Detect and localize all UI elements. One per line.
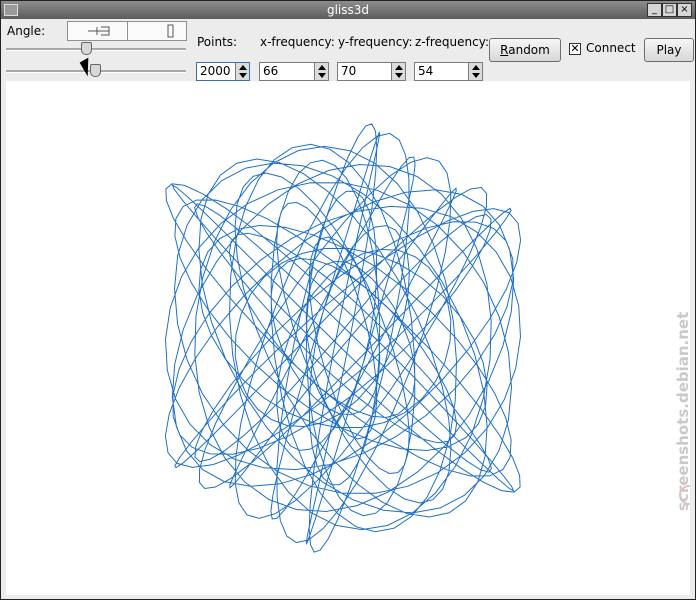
maximize-button[interactable]: □ bbox=[662, 3, 677, 17]
y-frequency-value[interactable]: 70 bbox=[341, 63, 356, 80]
axis-side-icon bbox=[88, 26, 110, 36]
angle-selector[interactable] bbox=[67, 21, 187, 41]
y-frequency-label: y-frequency: bbox=[338, 35, 413, 49]
spin-down-icon[interactable] bbox=[318, 73, 326, 78]
angle-view-front-icon[interactable] bbox=[128, 22, 186, 40]
z-frequency-value[interactable]: 54 bbox=[418, 63, 433, 80]
spin-down-icon[interactable] bbox=[472, 73, 480, 78]
random-button[interactable]: Random bbox=[489, 38, 561, 62]
close-button[interactable]: × bbox=[677, 3, 692, 17]
x-frequency-label: x-frequency: bbox=[260, 35, 335, 49]
z-frequency-label: z-frequency: bbox=[415, 35, 489, 49]
play-button[interactable]: Play bbox=[644, 38, 694, 62]
y-frequency-spinbox[interactable]: 70 bbox=[337, 62, 406, 81]
axis-front-icon bbox=[167, 24, 174, 38]
points-label: Points: bbox=[197, 35, 238, 49]
watermark-text: screenshots.debian.net bbox=[674, 311, 690, 511]
points-value[interactable]: 2000 bbox=[200, 63, 231, 80]
spin-up-icon[interactable] bbox=[318, 65, 326, 70]
angle-slider-upper[interactable] bbox=[6, 48, 186, 51]
angle-slider-upper-handle[interactable] bbox=[81, 42, 93, 55]
x-frequency-spinbox[interactable]: 66 bbox=[259, 62, 329, 81]
spin-up-icon[interactable] bbox=[472, 65, 480, 70]
spin-down-icon[interactable] bbox=[395, 73, 403, 78]
app-window: gliss3d _ □ × Angle: Points: x-frequency… bbox=[0, 0, 696, 600]
connect-label[interactable]: Connect bbox=[586, 41, 636, 55]
figure-canvas[interactable]: screenshots.debian.net bbox=[6, 81, 690, 595]
z-frequency-spinbox[interactable]: 54 bbox=[414, 62, 483, 81]
minimize-button[interactable]: _ bbox=[647, 3, 662, 17]
window-menu-button[interactable] bbox=[4, 4, 18, 16]
angle-label: Angle: bbox=[7, 24, 46, 38]
toolbar: Angle: Points: x-frequency: y-frequency:… bbox=[2, 19, 694, 81]
lissajous-curve bbox=[164, 123, 522, 553]
x-frequency-value[interactable]: 66 bbox=[263, 63, 278, 80]
spin-up-icon[interactable] bbox=[395, 65, 403, 70]
angle-view-side-icon[interactable] bbox=[68, 22, 128, 40]
spin-down-icon[interactable] bbox=[239, 73, 247, 78]
points-spinbox[interactable]: 2000 bbox=[196, 62, 250, 81]
window-title: gliss3d bbox=[326, 3, 370, 17]
connect-checkbox[interactable]: ✕ bbox=[569, 43, 581, 55]
lissajous-curve-plot bbox=[164, 123, 522, 553]
spin-up-icon[interactable] bbox=[239, 65, 247, 70]
title-bar[interactable]: gliss3d _ □ × bbox=[1, 1, 695, 19]
